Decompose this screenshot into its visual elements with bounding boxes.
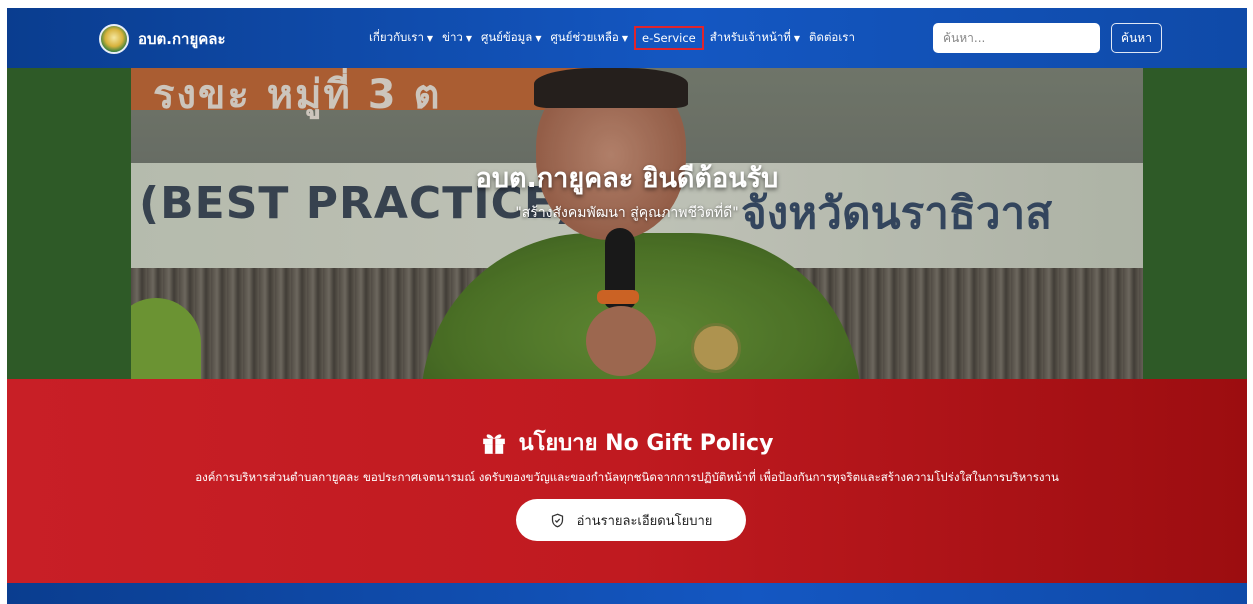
nav-item-label: ศูนย์ช่วยเหลือ bbox=[550, 30, 619, 44]
nav-item-info-center[interactable]: ศูนย์ข้อมูล ▼ bbox=[481, 29, 541, 47]
nav-item-news[interactable]: ข่าว ▼ bbox=[442, 29, 472, 47]
hero-subtitle: "สร้างสังคมพัฒนา สู่คุณภาพชีวิตที่ดี" bbox=[515, 205, 739, 221]
caret-down-icon: ▼ bbox=[426, 33, 434, 43]
main-menu: เกี่ยวกับเรา ▼ ข่าว ▼ ศูนย์ข้อมูล ▼ ศูนย… bbox=[369, 25, 864, 51]
nav-item-contact[interactable]: ติดต่อเรา bbox=[809, 29, 855, 47]
hero-section: รงขะ หมู่ที่ 3 ต (BEST PRACTICE) จังหวัด… bbox=[7, 68, 1247, 379]
nav-item-label: ข่าว bbox=[442, 30, 463, 44]
caret-down-icon: ▼ bbox=[793, 33, 801, 43]
read-policy-label: อ่านรายละเอียดนโยบาย bbox=[576, 513, 713, 529]
nav-item-e-service[interactable]: e-Service bbox=[634, 26, 704, 50]
search-input[interactable] bbox=[933, 23, 1100, 53]
policy-title: นโยบาย No Gift Policy bbox=[518, 431, 774, 456]
nav-item-label: เกี่ยวกับเรา bbox=[369, 30, 424, 44]
nav-item-label: e-Service bbox=[642, 31, 696, 45]
next-section-bar bbox=[7, 583, 1247, 604]
brand[interactable]: อบต.กายูคละ bbox=[99, 24, 226, 54]
hero-title: อบต.กายูคละ ยินดีต้อนรับ bbox=[475, 163, 779, 194]
brand-name: อบต.กายูคละ bbox=[138, 30, 226, 48]
nav-item-label: สำหรับเจ้าหน้าที่ bbox=[709, 30, 791, 44]
nav-item-label: ศูนย์ข้อมูล bbox=[481, 30, 533, 44]
read-policy-button[interactable]: อ่านรายละเอียดนโยบาย bbox=[516, 499, 746, 541]
nav-item-about[interactable]: เกี่ยวกับเรา ▼ bbox=[369, 29, 433, 47]
caret-down-icon: ▼ bbox=[535, 33, 542, 43]
nav-item-staff[interactable]: สำหรับเจ้าหน้าที่ ▼ bbox=[710, 29, 800, 47]
logo-icon bbox=[99, 24, 129, 54]
gift-icon bbox=[482, 433, 505, 454]
shield-icon bbox=[551, 513, 563, 527]
no-gift-policy-section: นโยบาย No Gift Policy องค์การบริหารส่วนต… bbox=[7, 379, 1247, 583]
navbar: อบต.กายูคละ เกี่ยวกับเรา ▼ ข่าว ▼ ศูนย์ข… bbox=[7, 8, 1247, 68]
nav-item-label: ติดต่อเรา bbox=[809, 30, 855, 44]
policy-description: องค์การบริหารส่วนตำบลกายูคละ ขอประกาศเจต… bbox=[195, 470, 1059, 484]
search-button[interactable]: ค้นหา bbox=[1111, 23, 1162, 53]
page-frame: อบต.กายูคละ เกี่ยวกับเรา ▼ ข่าว ▼ ศูนย์ข… bbox=[7, 8, 1247, 604]
caret-down-icon: ▼ bbox=[621, 33, 628, 43]
nav-item-help-center[interactable]: ศูนย์ช่วยเหลือ ▼ bbox=[550, 29, 628, 47]
caret-down-icon: ▼ bbox=[465, 33, 473, 43]
policy-heading: นโยบาย No Gift Policy bbox=[7, 425, 1247, 460]
